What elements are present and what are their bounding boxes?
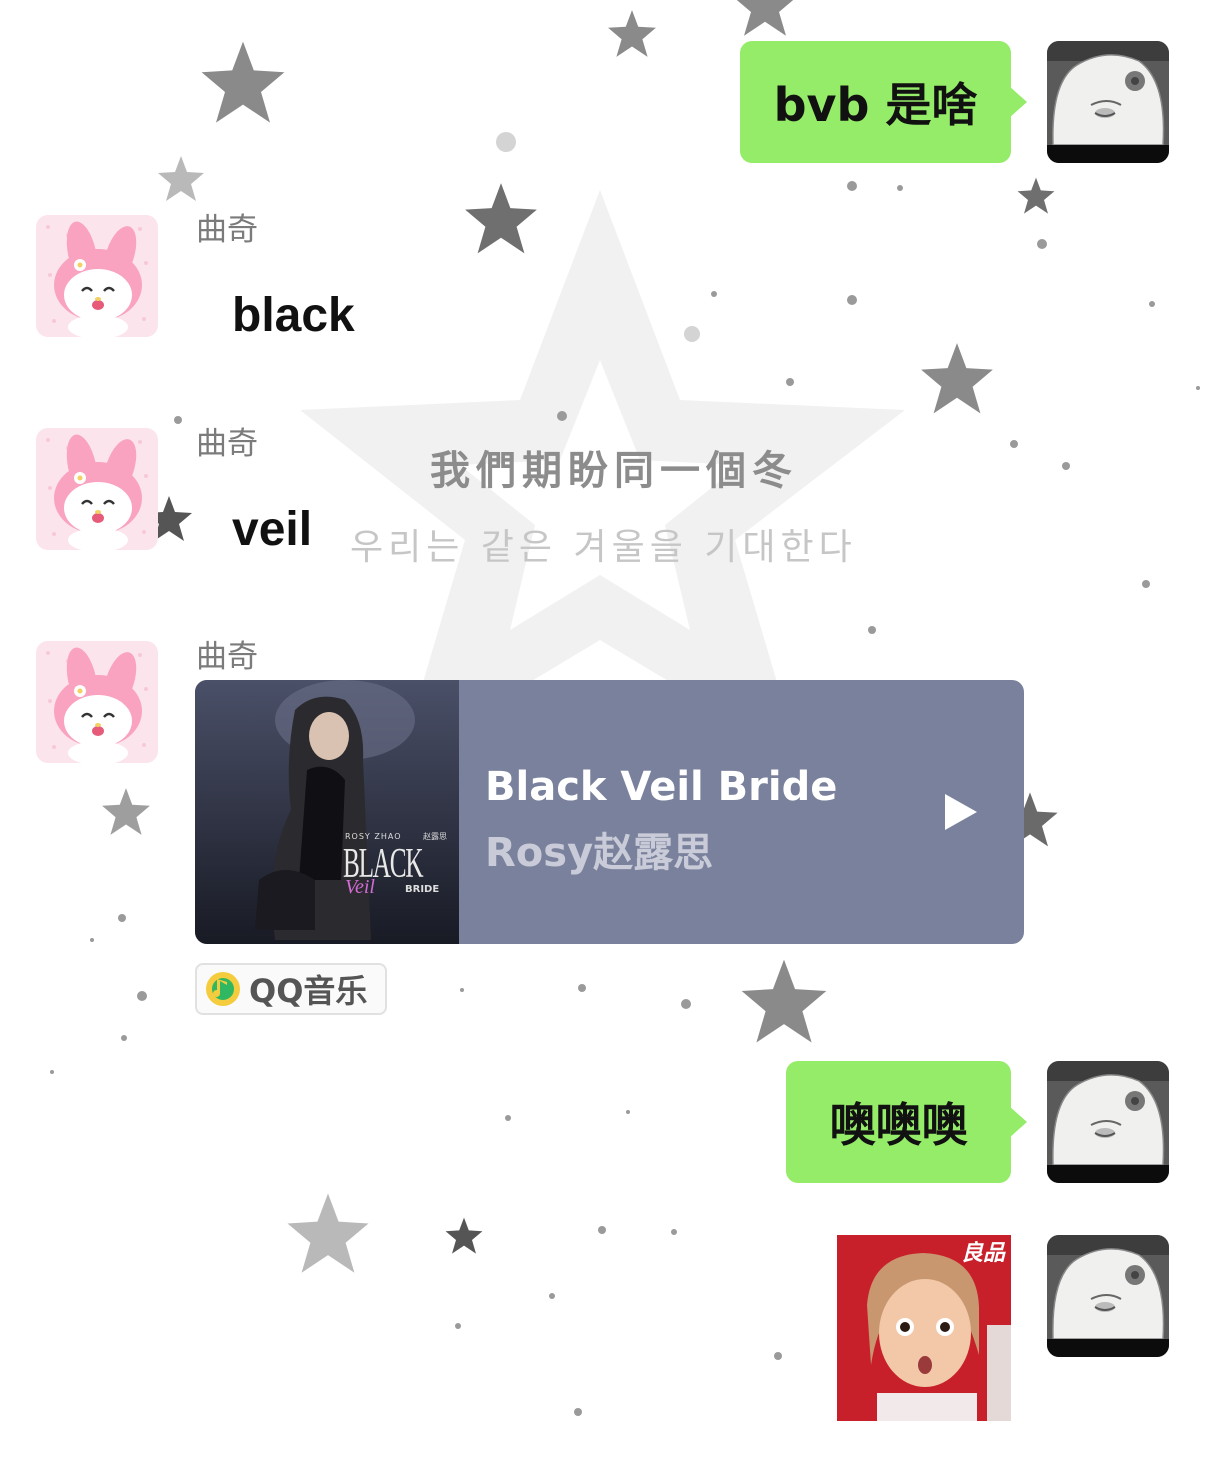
cartoon-face-avatar-icon <box>1047 1061 1169 1183</box>
cover-title-bride: BRIDE <box>405 884 440 895</box>
message-text: bvb 是啥 <box>773 78 978 132</box>
cartoon-face-avatar-icon <box>1047 1235 1169 1357</box>
melody-bunny-avatar-icon <box>36 641 158 763</box>
incoming-message-text[interactable]: veil <box>232 502 312 557</box>
sender-name: 曲奇 <box>196 639 258 675</box>
incoming-message-text[interactable]: black <box>232 288 355 343</box>
melody-bunny-avatar-icon <box>36 428 158 550</box>
my-avatar[interactable] <box>1047 41 1169 163</box>
music-share-card[interactable]: ROSY ZHAO 赵露思 BLACK Veil BRIDE Black Vei… <box>195 680 1024 944</box>
music-source-label: QQ音乐 <box>249 972 368 1010</box>
qq-music-icon <box>206 972 240 1006</box>
contact-avatar[interactable] <box>36 428 158 550</box>
watermark-korean-text: 우리는 같은 겨울을 기대한다 <box>350 527 857 568</box>
message-text: 噢噢噢 <box>829 1098 968 1152</box>
cover-artist-cn-label: 赵露思 <box>423 832 447 841</box>
sticker-sign-text: 良品 <box>961 1241 1006 1266</box>
cover-title-veil: Veil <box>345 876 375 898</box>
album-cover-art <box>195 680 459 944</box>
my-avatar[interactable] <box>1047 1061 1169 1183</box>
outgoing-message-bubble[interactable]: 噢噢噢 <box>786 1061 1027 1183</box>
song-artist: Rosy赵露思 <box>485 830 714 876</box>
sticker-message[interactable]: 良品 <box>837 1235 1011 1421</box>
song-title: Black Veil Bride <box>485 764 838 810</box>
play-icon[interactable] <box>941 792 981 832</box>
sender-name: 曲奇 <box>196 426 258 462</box>
melody-bunny-avatar-icon <box>36 215 158 337</box>
outgoing-message-bubble[interactable]: bvb 是啥 <box>740 41 1027 163</box>
watermark-chinese-text: 我們期盼同一個冬 <box>430 448 798 494</box>
music-source-tag[interactable]: QQ音乐 <box>195 963 387 1015</box>
my-avatar[interactable] <box>1047 1235 1169 1357</box>
contact-avatar[interactable] <box>36 641 158 763</box>
contact-avatar[interactable] <box>36 215 158 337</box>
sender-name: 曲奇 <box>196 212 258 248</box>
album-cover: ROSY ZHAO 赵露思 BLACK Veil BRIDE <box>195 680 459 944</box>
cartoon-face-avatar-icon <box>1047 41 1169 163</box>
